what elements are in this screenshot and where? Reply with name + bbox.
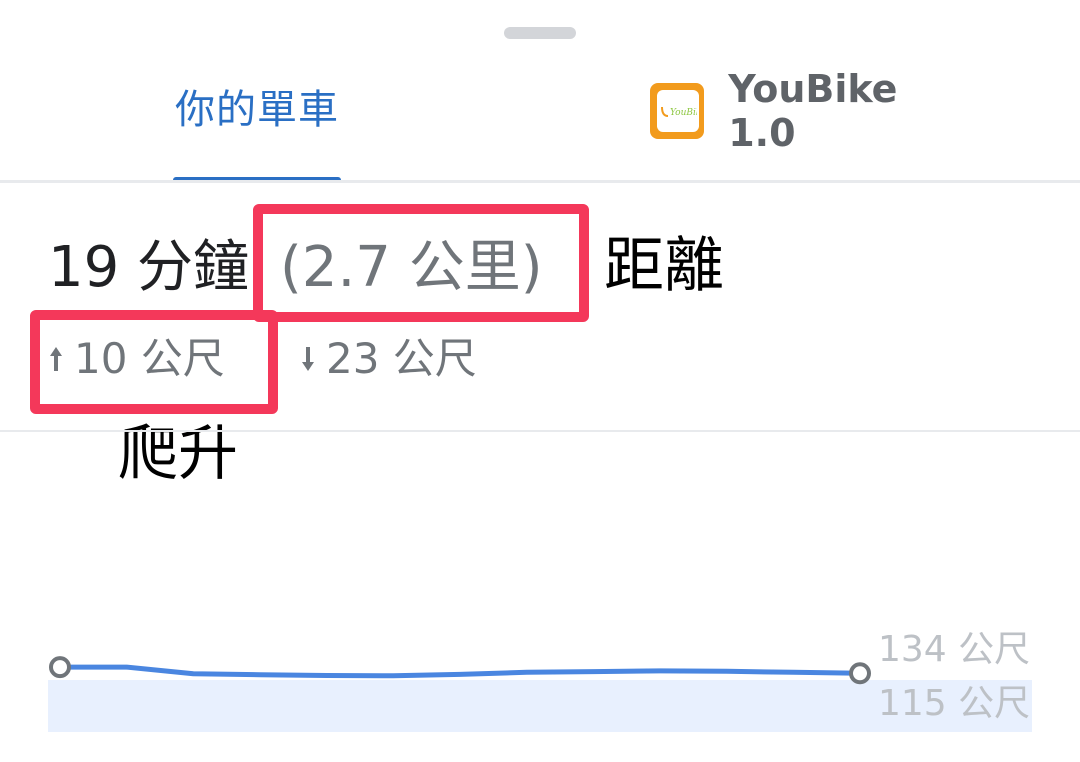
tab-your-bike[interactable]: 你的單車 bbox=[150, 80, 364, 180]
tab-youbike[interactable]: YouBike YouBike 1.0 bbox=[640, 67, 970, 155]
elevation-profile-line bbox=[57, 664, 863, 679]
highlight-box-distance bbox=[253, 204, 589, 322]
svg-text:YouBike: YouBike bbox=[670, 108, 697, 118]
route-descent-value: 23 公尺 bbox=[326, 334, 477, 383]
elevation-profile-chart bbox=[48, 656, 1032, 732]
tab-youbike-label: YouBike 1.0 bbox=[728, 67, 898, 155]
drag-handle[interactable] bbox=[504, 27, 576, 39]
youbike-logo-icon: YouBike bbox=[650, 83, 705, 139]
elevation-max-label: 134 公尺 bbox=[878, 629, 1031, 670]
section-divider bbox=[0, 430, 1080, 432]
tab-your-bike-label: 你的單車 bbox=[175, 87, 339, 133]
highlight-box-climb bbox=[30, 310, 278, 414]
route-duration: 19 分鐘 bbox=[48, 235, 250, 300]
bottom-sheet: 你的單車 YouBike YouBike 1.0 19 分鐘 (2.7 公里) … bbox=[0, 0, 1080, 762]
tab-bar-divider bbox=[0, 180, 1080, 183]
arrow-down-icon bbox=[300, 334, 316, 384]
annotation-distance: 距離 bbox=[604, 231, 724, 301]
elevation-end-marker bbox=[849, 662, 871, 685]
elevation-min-label: 115 公尺 bbox=[878, 683, 1031, 724]
elevation-start-marker bbox=[49, 656, 71, 679]
route-descent: 23 公尺 bbox=[300, 334, 477, 384]
